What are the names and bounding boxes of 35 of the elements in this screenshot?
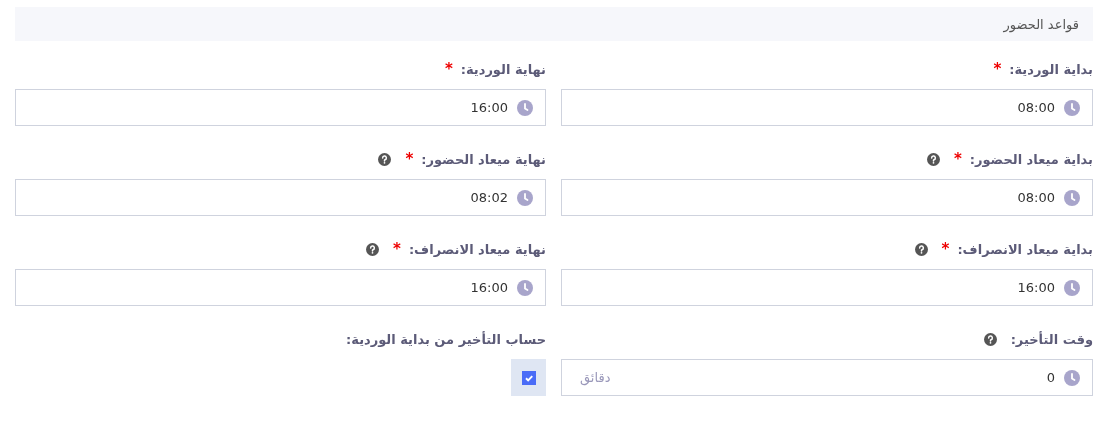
- unit-label: دقائق: [579, 370, 611, 385]
- required-mark: *: [941, 240, 950, 258]
- time-field[interactable]: 08:02: [15, 179, 546, 216]
- help-icon[interactable]: [366, 242, 380, 256]
- field-label: بداية ميعاد الانصراف:: [957, 241, 1093, 257]
- clock-icon: [1064, 369, 1080, 386]
- clock-icon: [1064, 279, 1080, 296]
- help-icon[interactable]: [926, 152, 940, 166]
- required-mark: *: [993, 60, 1002, 78]
- required-mark: *: [953, 150, 962, 168]
- field-label: حساب التأخير من بداية الوردية:: [346, 331, 546, 347]
- time-field[interactable]: 16:00: [15, 89, 546, 126]
- field-label: بداية ميعاد الحضور:: [969, 151, 1093, 167]
- checkbox[interactable]: [521, 370, 536, 385]
- field-label: نهاية ميعاد الانصراف:: [408, 241, 546, 257]
- clock-icon: [1064, 189, 1080, 206]
- field-label: وقت التأخير:: [1010, 331, 1093, 347]
- section-title: قواعد الحضور: [1003, 16, 1079, 32]
- time-field[interactable]: 16:00: [15, 269, 546, 306]
- clock-icon: [517, 279, 533, 296]
- required-mark: *: [405, 150, 414, 168]
- help-icon[interactable]: [914, 242, 928, 256]
- field-label: نهاية الوردية:: [460, 61, 546, 77]
- help-icon[interactable]: [378, 152, 392, 166]
- clock-icon: [517, 99, 533, 116]
- required-mark: *: [393, 240, 401, 258]
- time-field[interactable]: 08:00: [561, 89, 1093, 126]
- field-label: نهاية ميعاد الحضور:: [421, 151, 546, 167]
- field-label: بداية الوردية:: [1009, 61, 1093, 77]
- time-field[interactable]: 08:00: [561, 179, 1093, 216]
- clock-icon: [1064, 99, 1080, 116]
- help-icon[interactable]: [983, 332, 997, 346]
- required-mark: *: [444, 60, 453, 78]
- time-field[interactable]: 16:00: [561, 269, 1093, 306]
- clock-icon: [517, 189, 533, 206]
